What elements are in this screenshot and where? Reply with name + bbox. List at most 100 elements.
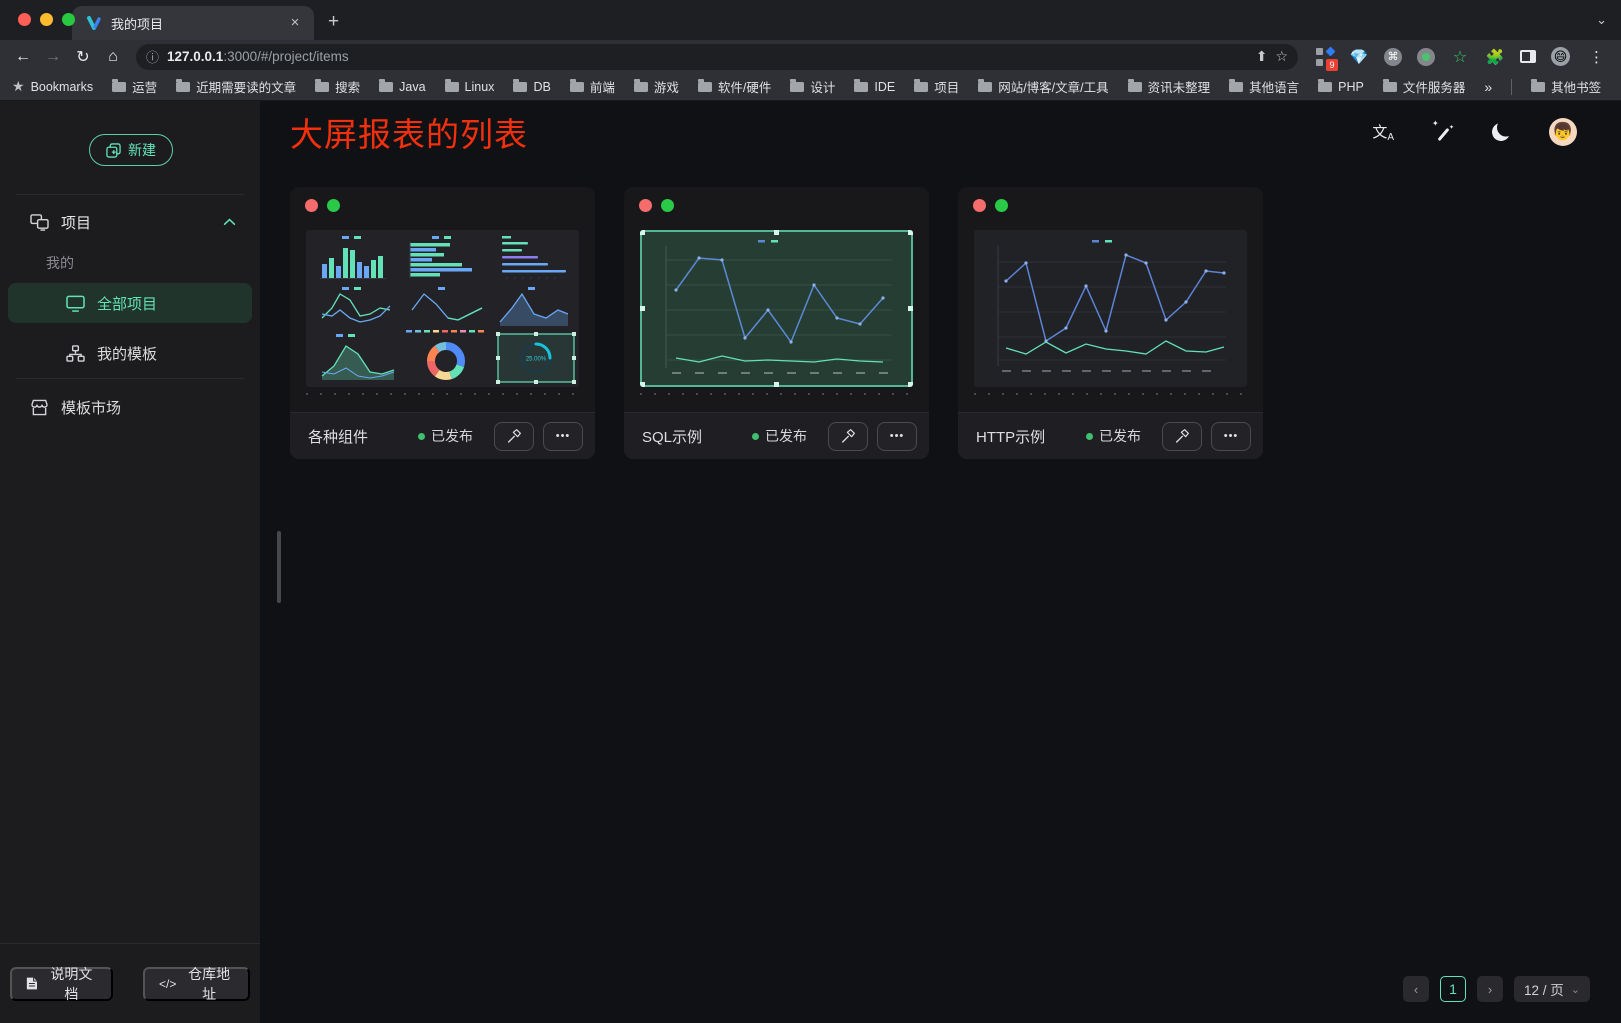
repo-button[interactable]: </> 仓库地址 xyxy=(143,967,250,1001)
project-card[interactable]: HTTP示例 已发布 ••• xyxy=(958,187,1263,459)
bookmarks-overflow-chevron[interactable]: » xyxy=(1484,79,1492,95)
bookmark-folder[interactable]: 资讯未整理 xyxy=(1128,77,1211,96)
pagination: ‹ 1 › 12 / 页⌄ xyxy=(1403,976,1590,1002)
project-card[interactable]: SQL示例 已发布 ••• xyxy=(624,187,929,459)
recorder-extension-icon[interactable] xyxy=(1417,48,1435,66)
scrollbar-thumb[interactable] xyxy=(277,531,281,603)
extensions-puzzle-icon[interactable]: 🧩 xyxy=(1485,48,1505,66)
bookmark-folder[interactable]: 其他语言 xyxy=(1229,77,1299,96)
reload-button[interactable]: ↻ xyxy=(70,44,96,70)
copy-plus-icon xyxy=(106,143,121,158)
profile-avatar-icon[interactable]: 😄 xyxy=(1551,47,1570,66)
sidebar-item-label: 全部项目 xyxy=(97,293,157,314)
bookmark-folder[interactable]: 运营 xyxy=(112,77,157,96)
bookmark-folder-label: 前端 xyxy=(590,77,615,96)
folder-icon xyxy=(513,82,527,92)
storefront-icon xyxy=(30,399,49,416)
card-footer: 各种组件 已发布 ••• xyxy=(290,412,595,459)
tab-title: 我的项目 xyxy=(111,14,277,33)
bookmark-folder[interactable]: PHP xyxy=(1318,80,1364,94)
current-page[interactable]: 1 xyxy=(1440,976,1466,1002)
edit-project-button[interactable] xyxy=(828,422,868,451)
bookmark-folder-label: DB xyxy=(533,80,550,94)
page-size-select[interactable]: 12 / 页⌄ xyxy=(1514,976,1590,1002)
bookmark-folder-label: 网站/博客/文章/工具 xyxy=(998,77,1108,96)
bookmark-folder[interactable]: 搜索 xyxy=(315,77,360,96)
site-info-icon[interactable]: ⓘ xyxy=(146,47,159,66)
bookmark-folder-label: IDE xyxy=(874,80,895,94)
published-dot-icon xyxy=(418,433,425,440)
bookmark-folder[interactable]: IDE xyxy=(854,80,895,94)
ellipsis-icon: ••• xyxy=(556,430,571,442)
more-options-button[interactable]: ••• xyxy=(1211,422,1251,451)
sidebar-item-my-templates[interactable]: 我的模板 xyxy=(8,333,252,373)
bookmark-folder[interactable]: 文件服务器 xyxy=(1383,77,1466,96)
minimize-window-icon[interactable] xyxy=(40,13,53,26)
tab-search-icon[interactable]: ⌄ xyxy=(1596,12,1607,28)
project-thumbnail[interactable] xyxy=(974,230,1247,387)
bookmark-folder[interactable]: Linux xyxy=(445,80,495,94)
browser-tab[interactable]: 我的项目 × xyxy=(72,6,314,40)
bookmark-folder-label: 近期需要读的文章 xyxy=(196,77,296,96)
bookmark-folder[interactable]: 设计 xyxy=(790,77,835,96)
folder-icon xyxy=(854,82,868,92)
project-thumbnail[interactable]: 25.00% xyxy=(306,230,579,387)
browser-toolbar: ← → ↻ ⌂ ⓘ 127.0.0.1:3000/#/project/items… xyxy=(0,40,1621,73)
home-button[interactable]: ⌂ xyxy=(100,44,126,70)
magic-wand-icon[interactable]: ✦✦ xyxy=(1433,122,1453,142)
more-options-button[interactable]: ••• xyxy=(877,422,917,451)
tab-close-icon[interactable]: × xyxy=(286,14,304,32)
bookmark-star-icon[interactable]: ☆ xyxy=(1275,48,1288,65)
tab-groups-extension-icon[interactable]: 9 xyxy=(1316,48,1334,66)
folder-icon xyxy=(1229,82,1243,92)
bookmark-folder[interactable]: 项目 xyxy=(914,77,959,96)
address-bar[interactable]: ⓘ 127.0.0.1:3000/#/project/items ⬆ ☆ xyxy=(136,44,1298,70)
bookmark-folder[interactable]: Java xyxy=(379,80,425,94)
edit-project-button[interactable] xyxy=(1162,422,1202,451)
new-project-button[interactable]: 新建 xyxy=(89,134,173,166)
red-dot-icon xyxy=(639,199,652,212)
bookmark-folder[interactable]: 近期需要读的文章 xyxy=(176,77,296,96)
fullscreen-window-icon[interactable] xyxy=(62,13,75,26)
sidebar-item-all-projects[interactable]: 全部项目 xyxy=(8,283,252,323)
browser-menu-icon[interactable]: ⋮ xyxy=(1589,48,1605,66)
forward-button[interactable]: → xyxy=(40,44,66,70)
share-icon[interactable]: ⬆ xyxy=(1256,48,1268,65)
project-thumbnail[interactable] xyxy=(640,230,913,387)
edit-project-button[interactable] xyxy=(494,422,534,451)
bookmark-folder[interactable]: 游戏 xyxy=(634,77,679,96)
docs-button[interactable]: 说明文档 xyxy=(10,967,113,1001)
other-bookmarks[interactable]: 其他书签 xyxy=(1531,77,1601,96)
sidebar-item-label: 模板市场 xyxy=(61,397,121,418)
chevron-up-icon[interactable] xyxy=(223,218,236,226)
project-card[interactable]: 25.00% 各种组件 已发布 ••• xyxy=(290,187,595,459)
bookmark-folder-label: PHP xyxy=(1338,80,1364,94)
tab-strip: 我的项目 × + ⌄ xyxy=(0,0,1621,40)
sparkle-icon: ✦ xyxy=(1432,119,1439,128)
user-avatar[interactable]: 👦 xyxy=(1549,118,1577,146)
close-window-icon[interactable] xyxy=(18,13,31,26)
next-page-button[interactable]: › xyxy=(1477,976,1503,1002)
new-tab-button[interactable]: + xyxy=(328,11,339,33)
bookmark-folder[interactable]: 前端 xyxy=(570,77,615,96)
bookmark-folder[interactable]: 网站/博客/文章/工具 xyxy=(978,77,1108,96)
hammer-icon xyxy=(840,428,856,444)
sidebar-item-template-market[interactable]: 模板市场 xyxy=(0,388,260,426)
side-panel-icon[interactable] xyxy=(1520,50,1536,63)
prev-page-button[interactable]: ‹ xyxy=(1403,976,1429,1002)
dark-mode-moon-icon[interactable] xyxy=(1490,121,1512,143)
star-extension-icon[interactable]: ☆ xyxy=(1450,47,1470,67)
language-icon[interactable]: 文A xyxy=(1372,121,1394,143)
green-dot-icon xyxy=(327,199,340,212)
bookmark-folder[interactable]: DB xyxy=(513,80,550,94)
bookmark-folder[interactable]: 软件/硬件 xyxy=(698,77,771,96)
bookmarks-root[interactable]: ★Bookmarks xyxy=(12,78,93,95)
more-options-button[interactable]: ••• xyxy=(543,422,583,451)
sidebar-footer: 说明文档 </> 仓库地址 xyxy=(0,943,260,1023)
back-button[interactable]: ← xyxy=(10,44,36,70)
green-dot-icon xyxy=(995,199,1008,212)
gem-extension-icon[interactable]: 💎 xyxy=(1349,48,1369,66)
code-icon: </> xyxy=(159,977,176,991)
command-extension-icon[interactable]: ⌘ xyxy=(1384,48,1402,66)
sidebar-section-projects[interactable]: 项目 xyxy=(0,204,260,240)
